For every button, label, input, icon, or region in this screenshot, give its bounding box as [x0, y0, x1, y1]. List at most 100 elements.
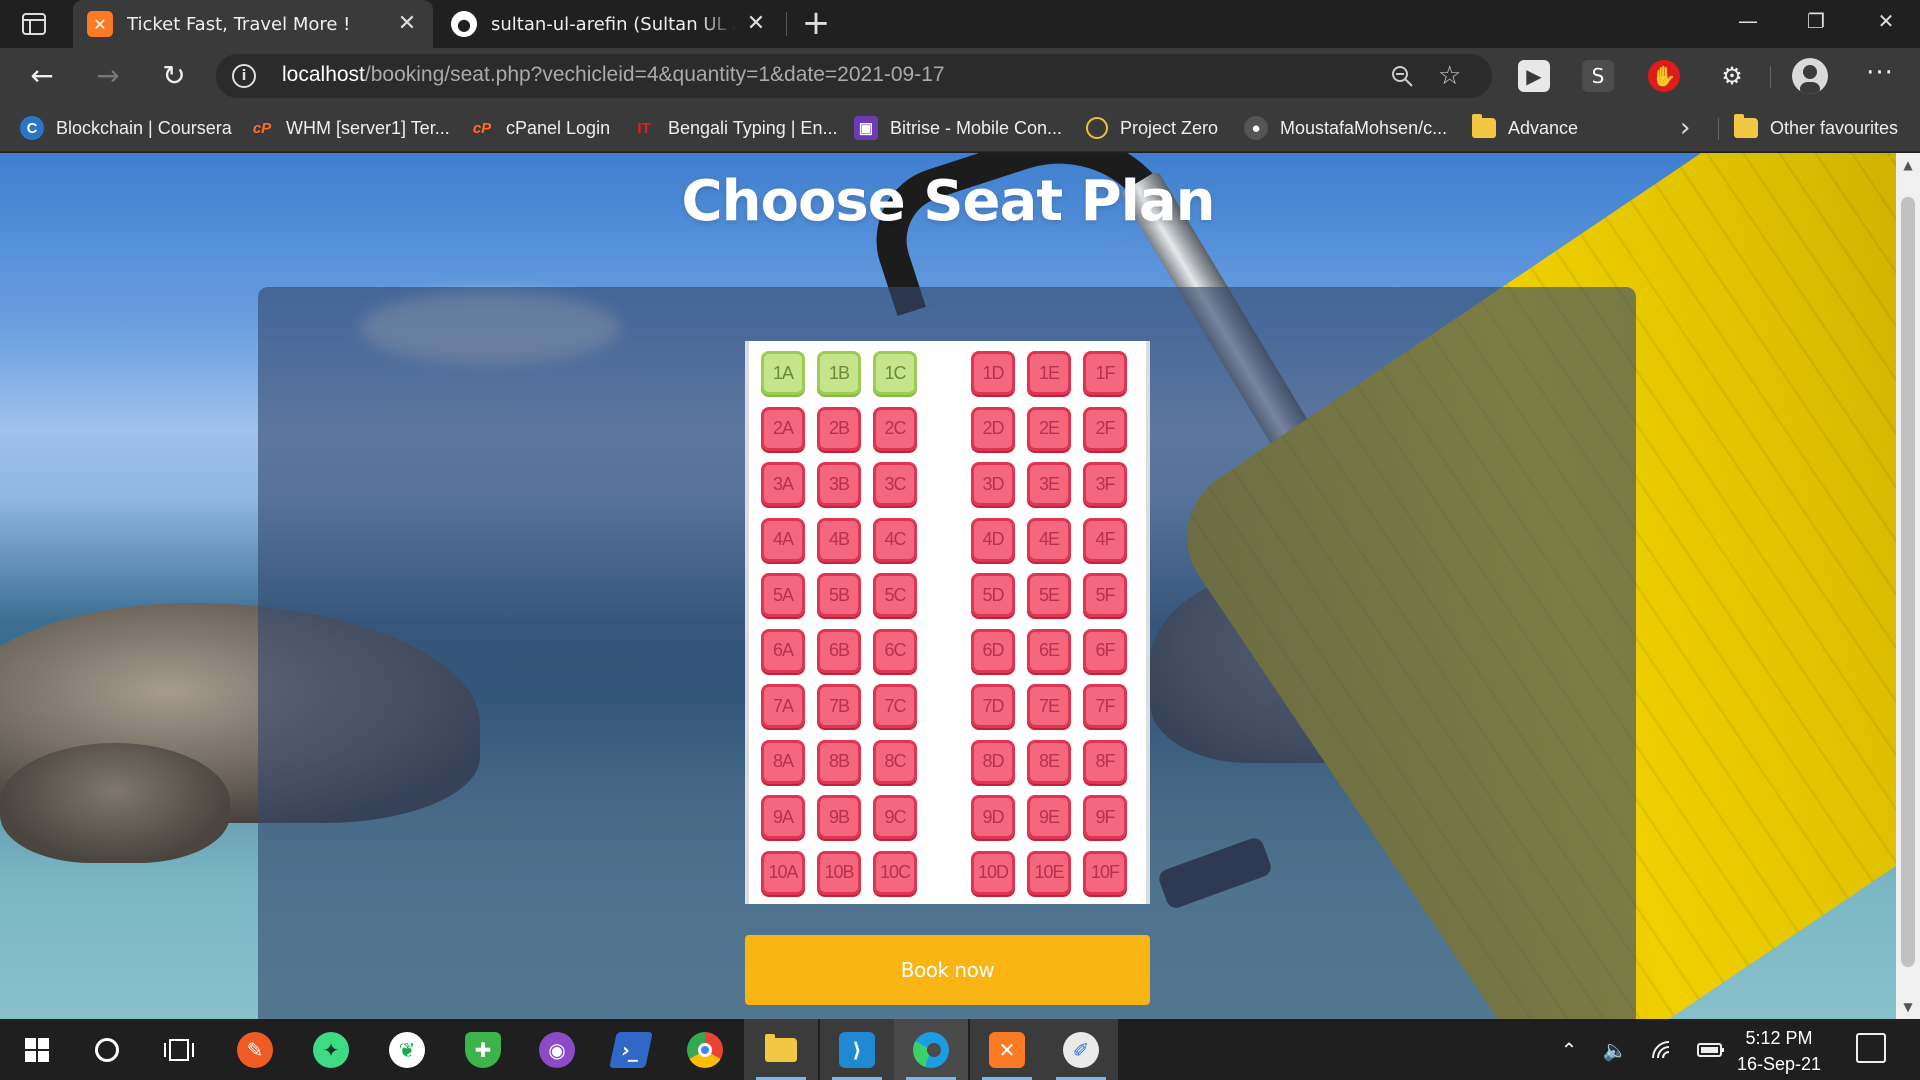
seat-4c[interactable]: 4C	[873, 517, 917, 562]
profile-avatar[interactable]	[1792, 58, 1828, 94]
taskbar-app-xampp[interactable]: ✕	[970, 1019, 1044, 1080]
tab-actions-icon[interactable]	[20, 12, 48, 36]
seat-4b[interactable]: 4B	[817, 517, 861, 562]
seat-3b[interactable]: 3B	[817, 462, 861, 506]
book-now-button[interactable]: Book now	[745, 935, 1150, 1005]
site-info-icon[interactable]: i	[232, 64, 256, 88]
seat-9e[interactable]: 9E	[1027, 795, 1071, 839]
seat-9a[interactable]: 9A	[761, 795, 805, 839]
seat-10c[interactable]: 10C	[873, 850, 917, 895]
seat-8f[interactable]: 8F	[1083, 739, 1127, 784]
page-scrollbar[interactable]: ▲ ▼	[1896, 153, 1920, 1019]
scroll-down-icon[interactable]: ▼	[1896, 995, 1920, 1019]
seat-7e[interactable]: 7E	[1027, 684, 1071, 728]
seat-5f[interactable]: 5F	[1083, 573, 1127, 617]
seat-3c[interactable]: 3C	[873, 462, 917, 506]
seat-8d[interactable]: 8D	[971, 739, 1015, 784]
seat-3a[interactable]: 3A	[761, 462, 805, 506]
seat-1c[interactable]: 1C	[873, 351, 917, 395]
seat-8e[interactable]: 8E	[1027, 739, 1071, 784]
seat-6d[interactable]: 6D	[971, 628, 1015, 673]
restore-button[interactable]: ❐	[1782, 0, 1850, 44]
seat-9c[interactable]: 9C	[873, 795, 917, 839]
seat-1b[interactable]: 1B	[817, 351, 861, 395]
seat-5d[interactable]: 5D	[971, 573, 1015, 617]
taskbar-app-edge[interactable]	[894, 1019, 968, 1080]
url-text[interactable]: localhost/booking/seat.php?vechicleid=4&…	[282, 63, 945, 87]
refresh-button[interactable]: ↻	[156, 58, 192, 94]
seat-3d[interactable]: 3D	[971, 462, 1015, 506]
close-window-button[interactable]: ✕	[1852, 0, 1920, 44]
bookmark-cpanel[interactable]: cP cPanel Login	[470, 114, 610, 142]
seat-2a[interactable]: 2A	[761, 406, 805, 451]
close-icon[interactable]: ✕	[744, 12, 768, 36]
seat-7a[interactable]: 7A	[761, 684, 805, 728]
taskbar-app-powershell[interactable]: ›_	[594, 1019, 668, 1080]
seat-1f[interactable]: 1F	[1083, 351, 1127, 395]
forward-button[interactable]: →	[90, 58, 126, 94]
seat-5e[interactable]: 5E	[1027, 573, 1071, 617]
taskbar-app-vscode[interactable]: ⟩	[820, 1019, 894, 1080]
seat-6e[interactable]: 6E	[1027, 628, 1071, 673]
new-tab-button[interactable]: +	[800, 6, 832, 42]
seat-6b[interactable]: 6B	[817, 628, 861, 673]
volume-icon[interactable]: 🔈	[1598, 1019, 1632, 1080]
seat-1a[interactable]: 1A	[761, 351, 805, 395]
scroll-up-icon[interactable]: ▲	[1896, 153, 1920, 177]
scrollbar-thumb[interactable]	[1901, 197, 1915, 967]
taskbar-app-github-desktop[interactable]: ◉	[520, 1019, 594, 1080]
bookmark-project-zero[interactable]: Project Zero	[1086, 114, 1218, 142]
seat-1e[interactable]: 1E	[1027, 351, 1071, 395]
seat-9f[interactable]: 9F	[1083, 795, 1127, 839]
system-clock[interactable]: 5:12 PM 16-Sep-21	[1724, 1025, 1834, 1077]
seat-2d[interactable]: 2D	[971, 406, 1015, 451]
taskbar-app-android-studio[interactable]: ✦	[294, 1019, 368, 1080]
seat-8a[interactable]: 8A	[761, 739, 805, 784]
taskbar-app-security[interactable]: ✚	[446, 1019, 520, 1080]
seat-7f[interactable]: 7F	[1083, 684, 1127, 728]
seat-4d[interactable]: 4D	[971, 517, 1015, 562]
seat-1d[interactable]: 1D	[971, 351, 1015, 395]
tray-overflow-icon[interactable]: ⌃	[1552, 1019, 1586, 1080]
seat-5b[interactable]: 5B	[817, 573, 861, 617]
close-icon[interactable]: ✕	[395, 12, 419, 36]
seat-4e[interactable]: 4E	[1027, 517, 1071, 562]
taskbar-app-chrome[interactable]	[668, 1019, 742, 1080]
bookmark-coursera[interactable]: C Blockchain | Coursera	[20, 114, 232, 142]
seat-4a[interactable]: 4A	[761, 517, 805, 562]
seat-10b[interactable]: 10B	[817, 850, 861, 895]
bookmark-bitrise[interactable]: ▣ Bitrise - Mobile Con...	[854, 114, 1062, 142]
search-button[interactable]	[70, 1019, 144, 1080]
adblock-extension-icon[interactable]: ✋	[1648, 60, 1680, 92]
back-button[interactable]: ←	[24, 58, 60, 94]
seat-8b[interactable]: 8B	[817, 739, 861, 784]
s-extension-icon[interactable]: S	[1582, 60, 1614, 92]
seat-7b[interactable]: 7B	[817, 684, 861, 728]
seat-6a[interactable]: 6A	[761, 628, 805, 673]
seat-3f[interactable]: 3F	[1083, 462, 1127, 506]
seat-2f[interactable]: 2F	[1083, 406, 1127, 451]
bookmark-other-favourites[interactable]: Other favourites	[1734, 114, 1898, 142]
seat-2b[interactable]: 2B	[817, 406, 861, 451]
tab-ticket-fast[interactable]: ✕ Ticket Fast, Travel More ! ✕	[73, 0, 433, 48]
task-view-button[interactable]	[142, 1019, 216, 1080]
seat-9b[interactable]: 9B	[817, 795, 861, 839]
chevron-right-icon[interactable]: ›	[1680, 114, 1704, 142]
battery-icon[interactable]	[1694, 1019, 1728, 1080]
extensions-icon[interactable]: ⚙	[1716, 60, 1748, 92]
bookmark-whm[interactable]: cP WHM [server1] Ter...	[250, 114, 450, 142]
seat-7c[interactable]: 7C	[873, 684, 917, 728]
seat-4f[interactable]: 4F	[1083, 517, 1127, 562]
bookmark-bengali-typing[interactable]: IT Bengali Typing | En...	[632, 114, 837, 142]
taskbar-app-paint[interactable]: ✐	[1044, 1019, 1118, 1080]
add-favourite-icon[interactable]: ☆	[1438, 62, 1466, 90]
address-bar[interactable]: i localhost/booking/seat.php?vechicleid=…	[216, 54, 1492, 98]
minimize-button[interactable]: —	[1714, 0, 1782, 44]
more-menu-icon[interactable]: ···	[1862, 58, 1898, 94]
bookmark-folder-advance[interactable]: Advance	[1472, 114, 1578, 142]
seat-10a[interactable]: 10A	[761, 850, 805, 895]
bookmark-moustafa[interactable]: ● MoustafaMohsen/c...	[1244, 114, 1447, 142]
seat-9d[interactable]: 9D	[971, 795, 1015, 839]
seat-10d[interactable]: 10D	[971, 850, 1015, 895]
seat-5a[interactable]: 5A	[761, 573, 805, 617]
